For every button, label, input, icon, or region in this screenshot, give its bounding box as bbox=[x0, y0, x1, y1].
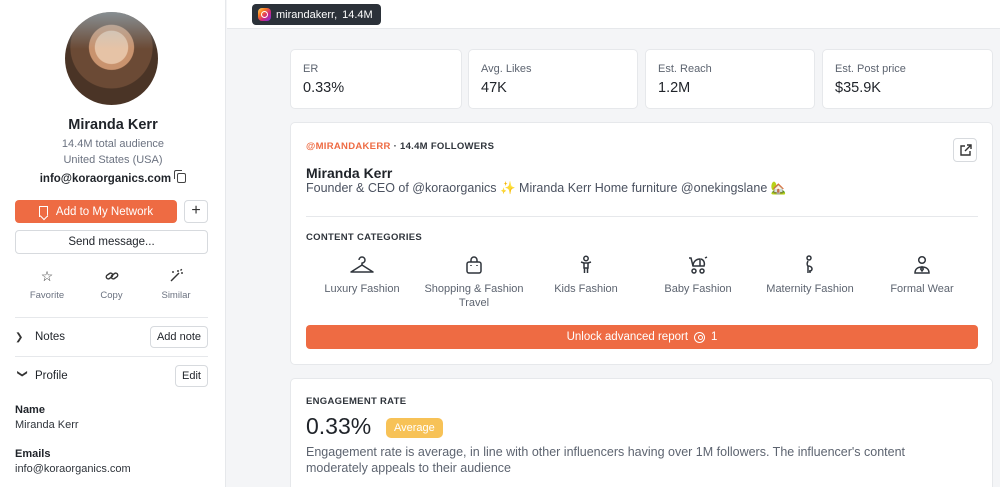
stat-value: 0.33% bbox=[303, 80, 345, 96]
category-maternity-fashion: Maternity Fashion bbox=[754, 254, 866, 310]
link-icon bbox=[80, 268, 144, 284]
pill-handle: mirandakerr, bbox=[276, 8, 338, 21]
pregnant-icon bbox=[754, 254, 866, 276]
add-to-network-label: Add to My Network bbox=[55, 205, 154, 218]
content-categories: Luxury Fashion Shopping & Fashion Travel… bbox=[306, 254, 978, 310]
hanger-icon bbox=[306, 254, 418, 276]
account-pill[interactable]: mirandakerr, 14.4M bbox=[252, 4, 381, 25]
unlock-report-button[interactable]: Unlock advanced report 1 bbox=[306, 325, 978, 349]
send-message-button[interactable]: Send message... bbox=[15, 230, 208, 254]
name-field-value: Miranda Kerr bbox=[15, 419, 79, 431]
total-audience: 14.4M total audience bbox=[61, 138, 165, 150]
stat-value: 47K bbox=[481, 80, 507, 96]
followers-line: @MIRANDAKERR · 14.4M FOLLOWERS bbox=[306, 141, 494, 152]
magic-wand-icon bbox=[144, 268, 208, 284]
emails-field-value: info@koraorganics.com bbox=[15, 463, 131, 475]
unlock-label: Unlock advanced report bbox=[566, 331, 689, 343]
coin-icon bbox=[694, 331, 706, 343]
engagement-value: 0.33% bbox=[306, 413, 372, 439]
followers-count: · 14.4M FOLLOWERS bbox=[390, 141, 495, 152]
add-note-button[interactable]: Add note bbox=[149, 326, 208, 348]
divider bbox=[306, 216, 978, 217]
profile-section-header[interactable]: ❯ Profile Edit bbox=[15, 364, 208, 388]
engagement-title: ENGAGEMENT RATE bbox=[306, 396, 407, 407]
star-icon: ☆ bbox=[40, 268, 54, 284]
stat-label: Avg. Likes bbox=[481, 63, 532, 75]
engagement-badge: Average bbox=[386, 418, 443, 438]
quick-actions: ☆ Favorite Copy Similar bbox=[15, 268, 208, 301]
divider bbox=[15, 356, 208, 357]
divider bbox=[15, 317, 208, 318]
category-label: Luxury Fashion bbox=[324, 283, 400, 295]
shopping-bag-icon bbox=[418, 254, 530, 276]
category-kids-fashion: Kids Fashion bbox=[530, 254, 642, 310]
notes-title: Notes bbox=[35, 331, 66, 343]
engagement-description: Engagement rate is average, in line with… bbox=[306, 445, 906, 475]
similar-label: Similar bbox=[161, 290, 191, 301]
category-formal-wear: Formal Wear bbox=[866, 254, 978, 310]
category-label: Maternity Fashion bbox=[766, 283, 854, 295]
content-categories-title: CONTENT CATEGORIES bbox=[306, 232, 423, 243]
bookmark-icon bbox=[38, 206, 48, 217]
avatar bbox=[65, 12, 158, 105]
stat-card-est-post-price: Est. Post price $35.9K bbox=[822, 49, 993, 109]
stat-label: Est. Post price bbox=[835, 63, 906, 75]
add-to-network-button[interactable]: Add to My Network bbox=[15, 200, 177, 223]
external-link-button[interactable] bbox=[953, 138, 977, 162]
profile-sidebar: Miranda Kerr 14.4M total audience United… bbox=[0, 0, 226, 487]
child-icon bbox=[530, 254, 642, 276]
profile-bio: Founder & CEO of @koraorganics ✨ Miranda… bbox=[306, 181, 787, 195]
stat-card-est-reach: Est. Reach 1.2M bbox=[645, 49, 815, 109]
chevron-down-icon: ❯ bbox=[16, 369, 28, 378]
external-link-icon bbox=[959, 143, 972, 156]
favorite-action[interactable]: ☆ Favorite bbox=[15, 268, 79, 301]
category-label: Baby Fashion bbox=[664, 283, 732, 295]
profile-name: Miranda Kerr bbox=[68, 117, 158, 133]
copy-action[interactable]: Copy bbox=[80, 268, 144, 301]
add-button[interactable]: + bbox=[184, 200, 208, 223]
copy-icon[interactable] bbox=[174, 170, 187, 183]
chevron-right-icon: ❯ bbox=[15, 331, 24, 343]
engagement-card: ENGAGEMENT RATE 0.33% Average Engagement… bbox=[290, 378, 993, 487]
category-baby-fashion: Baby Fashion bbox=[642, 254, 754, 310]
unlock-cost: 1 bbox=[711, 331, 718, 343]
stat-label: ER bbox=[303, 63, 319, 75]
stat-value: 1.2M bbox=[658, 80, 691, 96]
category-label: Shopping & Fashion Travel bbox=[424, 283, 524, 309]
favorite-label: Favorite bbox=[29, 290, 65, 301]
category-luxury-fashion: Luxury Fashion bbox=[306, 254, 418, 310]
stroller-icon bbox=[642, 254, 754, 276]
instagram-icon bbox=[258, 8, 271, 21]
profile-handle-link[interactable]: @MIRANDAKERR bbox=[306, 141, 391, 152]
edit-profile-button[interactable]: Edit bbox=[175, 365, 208, 387]
category-shopping-fashion-travel: Shopping & Fashion Travel bbox=[418, 254, 530, 310]
copy-label: Copy bbox=[100, 290, 123, 301]
stat-value: $35.9K bbox=[835, 80, 881, 96]
stat-card-avg-likes: Avg. Likes 47K bbox=[468, 49, 638, 109]
similar-action[interactable]: Similar bbox=[144, 268, 208, 301]
profile-title: Profile bbox=[35, 370, 68, 382]
location: United States (USA) bbox=[63, 154, 163, 166]
email-row[interactable]: info@koraorganics.com bbox=[0, 170, 226, 185]
notes-section-header[interactable]: ❯ Notes Add note bbox=[15, 325, 208, 349]
email-text: info@koraorganics.com bbox=[39, 173, 172, 185]
category-label: Kids Fashion bbox=[554, 283, 618, 295]
profile-card: @MIRANDAKERR · 14.4M FOLLOWERS Miranda K… bbox=[290, 122, 993, 365]
profile-card-name: Miranda Kerr bbox=[306, 165, 393, 181]
stat-card-er: ER 0.33% bbox=[290, 49, 462, 109]
category-label: Formal Wear bbox=[890, 283, 954, 295]
stat-label: Est. Reach bbox=[658, 63, 712, 75]
pill-followers: 14.4M bbox=[342, 8, 373, 21]
person-tie-icon bbox=[866, 254, 978, 276]
name-field-label: Name bbox=[15, 404, 45, 416]
emails-field-label: Emails bbox=[15, 448, 51, 460]
